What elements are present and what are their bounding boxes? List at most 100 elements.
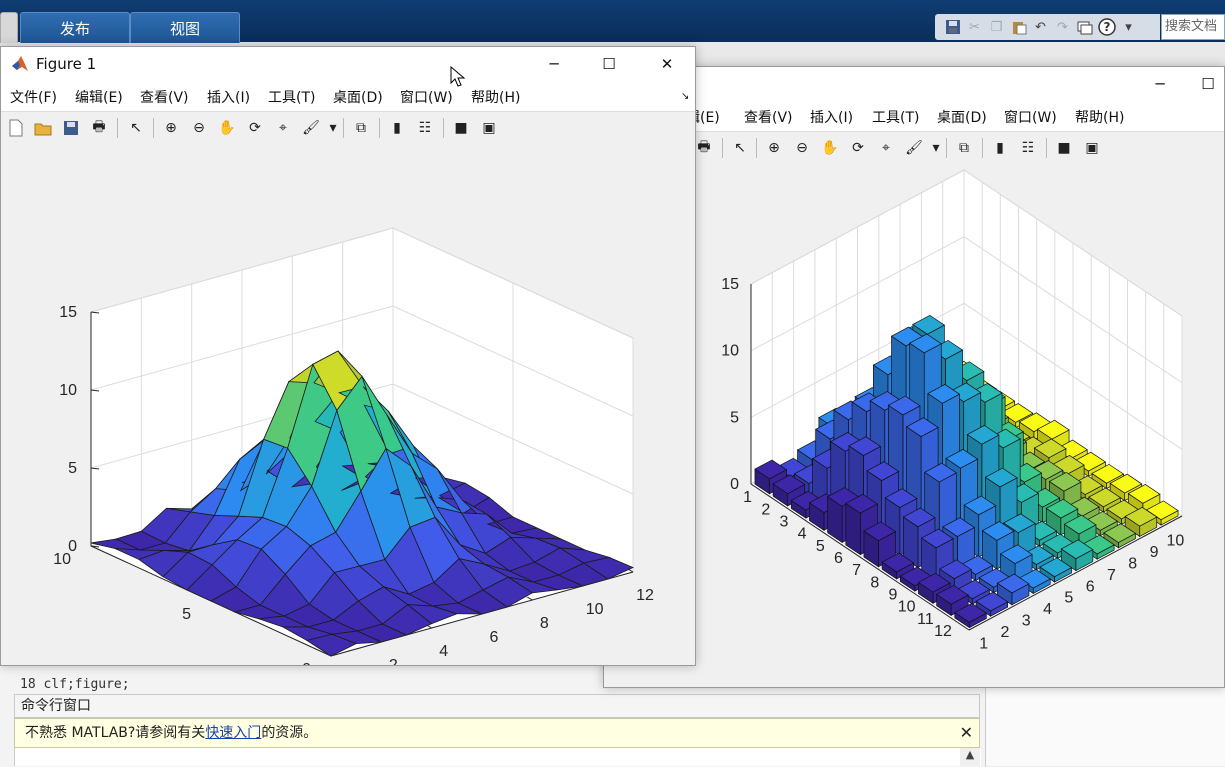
- x-tick-label: 10: [586, 601, 604, 618]
- z-tick-label: 10: [721, 343, 739, 360]
- row-tick-label: 1: [743, 489, 752, 506]
- paste-icon[interactable]: [1009, 18, 1028, 37]
- chevron-up-icon[interactable]: ▲: [960, 748, 980, 766]
- row-tick-label: 10: [898, 599, 916, 616]
- zoom-in-icon[interactable]: ⊕: [764, 139, 784, 157]
- chevron-down-icon[interactable]: ▾: [1119, 18, 1138, 37]
- command-input[interactable]: [14, 748, 981, 766]
- menu-desktop[interactable]: 桌面(D): [333, 87, 383, 107]
- row-tick-label: 12: [934, 623, 952, 640]
- legend-icon[interactable]: ☷: [1018, 139, 1038, 157]
- figure-2-titlebar[interactable]: ─ ☐: [604, 67, 1224, 101]
- quick-start-link[interactable]: 快速入门: [205, 725, 261, 741]
- menu-edit[interactable]: 编辑(E): [75, 87, 123, 107]
- y-tick-label: 5: [182, 606, 191, 623]
- menu-window[interactable]: 窗口(W): [1004, 107, 1057, 127]
- maximize-icon[interactable]: ☐: [1188, 72, 1225, 96]
- menu-tools[interactable]: 工具(T): [268, 87, 315, 107]
- data-cursor-icon[interactable]: ⌖: [876, 139, 896, 157]
- zoom-in-icon[interactable]: ⊕: [161, 119, 181, 137]
- z-tick-label: 10: [59, 382, 77, 399]
- brush-icon[interactable]: 🖌: [301, 119, 321, 137]
- getting-started-banner: 不熟悉 MATLAB?请参阅有关快速入门的资源。 ✕: [14, 718, 980, 748]
- maximize-icon[interactable]: ☐: [589, 52, 629, 76]
- hide-plot-tools-icon[interactable]: ■: [1054, 139, 1074, 157]
- svg-text:?: ?: [1103, 20, 1110, 34]
- col-tick-label: 5: [1064, 590, 1073, 607]
- rotate-3d-icon[interactable]: ⟳: [848, 139, 868, 157]
- x-tick-label: 2: [389, 657, 398, 665]
- dock-arrow-icon[interactable]: ↘: [681, 91, 689, 102]
- z-tick-label: 0: [730, 476, 739, 493]
- colorbar-icon[interactable]: ▮: [990, 139, 1010, 157]
- ribbon-tab-stub[interactable]: [0, 12, 18, 43]
- close-icon[interactable]: ✕: [647, 52, 687, 76]
- close-icon[interactable]: ✕: [960, 719, 973, 747]
- brush-icon[interactable]: 🖌: [904, 139, 924, 157]
- switch-windows-icon[interactable]: [1075, 18, 1094, 37]
- menu-insert[interactable]: 插入(I): [810, 107, 853, 127]
- legend-icon[interactable]: ☷: [415, 119, 435, 137]
- command-window-title: 命令行窗口: [14, 694, 980, 718]
- figure-2-window: ─ ☐ 辑(E) 查看(V) 插入(I) 工具(T) 桌面(D) 窗口(W) 帮…: [603, 66, 1225, 688]
- row-tick-label: 4: [798, 526, 807, 543]
- zoom-out-icon[interactable]: ⊖: [189, 119, 209, 137]
- chevron-down-icon[interactable]: ▾: [323, 119, 343, 137]
- col-tick-label: 8: [1128, 556, 1137, 573]
- menu-help[interactable]: 帮助(H): [471, 87, 520, 107]
- colorbar-icon[interactable]: ▮: [387, 119, 407, 137]
- x-tick-label: 6: [490, 629, 499, 646]
- row-tick-label: 7: [852, 562, 861, 579]
- minimize-icon[interactable]: ─: [534, 52, 574, 76]
- print-icon[interactable]: 🖶: [89, 119, 109, 137]
- menu-view[interactable]: 查看(V): [140, 87, 189, 107]
- row-tick-label: 9: [889, 586, 898, 603]
- save-icon[interactable]: [943, 18, 962, 37]
- menu-help[interactable]: 帮助(H): [1075, 107, 1124, 127]
- search-docs-input[interactable]: 搜索文档: [1161, 14, 1225, 40]
- col-tick-label: 10: [1166, 533, 1184, 550]
- x-tick-label: 4: [439, 643, 448, 660]
- zoom-out-icon[interactable]: ⊖: [792, 139, 812, 157]
- link-plot-icon[interactable]: ⧉: [954, 139, 974, 157]
- menu-window[interactable]: 窗口(W): [400, 87, 453, 107]
- figure-1-titlebar[interactable]: Figure 1 ─ ☐ ✕: [1, 47, 695, 81]
- menu-tools[interactable]: 工具(T): [872, 107, 919, 127]
- figure-1-plot-area: 0510150510024681012: [1, 144, 695, 665]
- open-file-icon[interactable]: [33, 119, 53, 137]
- row-tick-label: 3: [780, 513, 789, 530]
- pan-icon[interactable]: ✋: [820, 139, 840, 157]
- show-plot-tools-icon[interactable]: ▣: [479, 119, 499, 137]
- menu-view[interactable]: 查看(V): [744, 107, 793, 127]
- print-icon[interactable]: 🖶: [694, 139, 714, 157]
- redo-icon[interactable]: ↷: [1053, 18, 1072, 37]
- hide-plot-tools-icon[interactable]: ■: [451, 119, 471, 137]
- z-tick-label: 15: [721, 276, 739, 293]
- ribbon-tab-publish[interactable]: 发布: [20, 12, 130, 43]
- help-icon[interactable]: ?: [1097, 18, 1116, 37]
- data-cursor-icon[interactable]: ⌖: [273, 119, 293, 137]
- new-figure-icon[interactable]: [6, 119, 26, 137]
- menu-insert[interactable]: 插入(I): [207, 87, 250, 107]
- row-tick-label: 5: [816, 538, 825, 555]
- pointer-icon[interactable]: ↖: [126, 119, 146, 137]
- rotate-3d-icon[interactable]: ⟳: [245, 119, 265, 137]
- copy-icon[interactable]: ❐: [987, 18, 1006, 37]
- pan-icon[interactable]: ✋: [217, 119, 237, 137]
- pointer-icon[interactable]: ↖: [730, 139, 750, 157]
- show-plot-tools-icon[interactable]: ▣: [1082, 139, 1102, 157]
- ribbon-tab-view[interactable]: 视图: [130, 12, 240, 43]
- banner-text-prefix: 不熟悉 MATLAB?请参阅有关: [25, 725, 206, 741]
- cut-icon[interactable]: ✂: [965, 18, 984, 37]
- menu-file[interactable]: 文件(F): [10, 87, 57, 107]
- save-icon[interactable]: [61, 119, 81, 137]
- x-tick-label: 12: [636, 587, 654, 604]
- bar3-chart: 05101512345678910111212345678910: [721, 169, 1184, 652]
- undo-icon[interactable]: ↶: [1031, 18, 1050, 37]
- minimize-icon[interactable]: ─: [1140, 72, 1180, 96]
- ribbon-bar: 发布 视图 ✂ ❐ ↶ ↷ ? ▾ 搜索文档: [0, 0, 1225, 43]
- chevron-down-icon[interactable]: ▾: [926, 139, 946, 157]
- quick-access-toolbar: ✂ ❐ ↶ ↷ ? ▾: [935, 14, 1160, 40]
- menu-desktop[interactable]: 桌面(D): [937, 107, 987, 127]
- link-plot-icon[interactable]: ⧉: [351, 119, 371, 137]
